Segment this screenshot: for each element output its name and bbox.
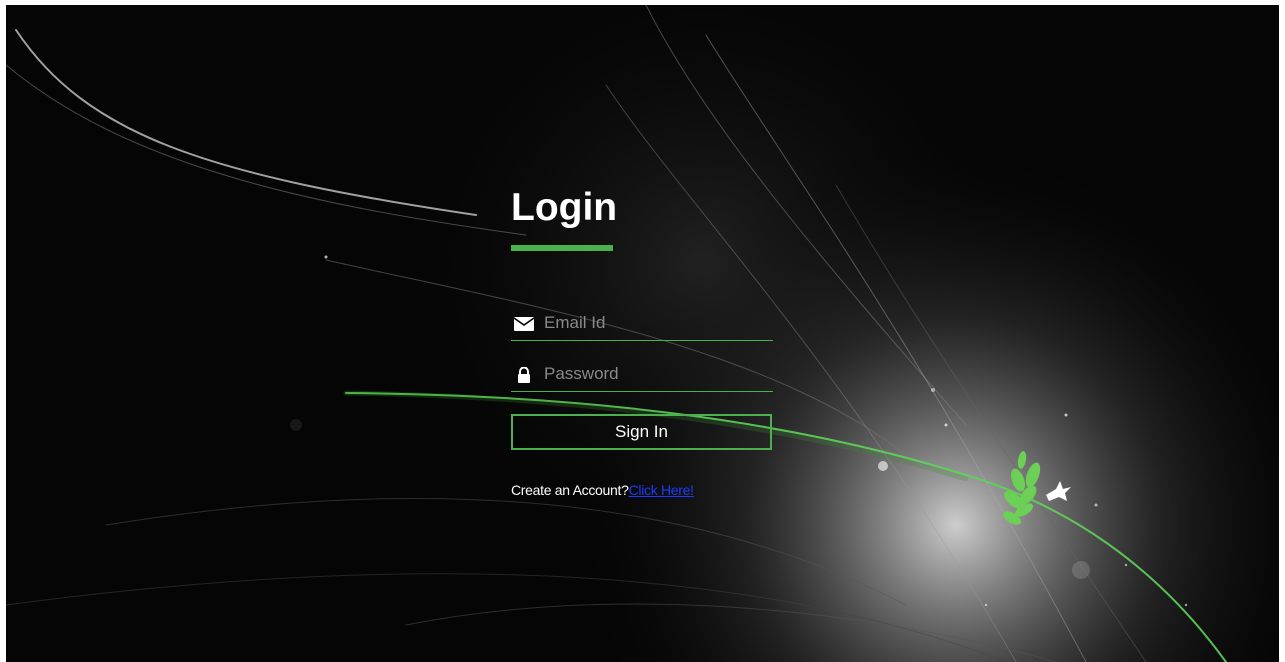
create-account-row: Create an Account?Click Here! (511, 482, 773, 498)
lock-icon (518, 367, 530, 383)
page-title: Login (511, 186, 618, 229)
login-page: Login Sign In Create an Account?Click He… (6, 5, 1279, 662)
sign-in-button[interactable]: Sign In (511, 414, 772, 450)
create-account-prompt: Create an Account? (511, 482, 629, 498)
password-input[interactable] (544, 360, 768, 388)
create-account-link[interactable]: Click Here! (629, 482, 694, 498)
email-field (511, 306, 773, 341)
email-input[interactable] (544, 309, 768, 337)
title-underline (511, 245, 613, 251)
password-field (511, 357, 773, 392)
login-form: Login Sign In Create an Account?Click He… (511, 185, 773, 498)
envelope-icon (514, 317, 534, 331)
